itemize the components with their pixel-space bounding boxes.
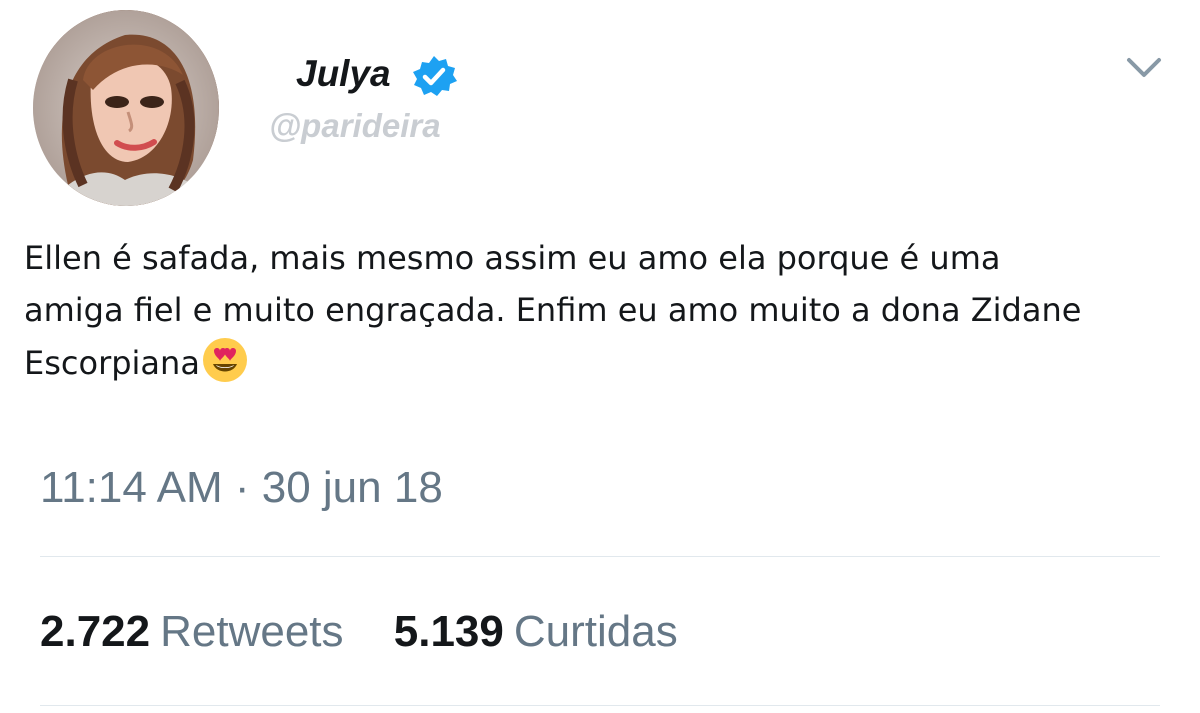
heart-eyes-emoji-icon xyxy=(202,338,247,382)
display-name[interactable]: Julya xyxy=(296,52,391,96)
avatar[interactable] xyxy=(33,10,219,206)
tweet-text: Ellen é safada, mais mesmo assim eu amo … xyxy=(24,232,1184,389)
tweet-text-fragment: Escorpiana xyxy=(24,344,200,382)
retweets-stat[interactable]: 2.722 Retweets xyxy=(40,606,344,658)
divider xyxy=(40,556,1160,557)
verified-badge-icon xyxy=(413,56,457,96)
likes-count: 5.139 xyxy=(393,607,504,656)
retweets-label: Retweets xyxy=(160,607,344,656)
likes-stat[interactable]: 5.139 Curtidas xyxy=(394,606,678,658)
retweets-count: 2.722 xyxy=(40,607,151,656)
likes-label: Curtidas xyxy=(513,607,678,656)
tweet-timestamp[interactable]: 11:14 AM · 30 jun 18 xyxy=(40,462,443,514)
tweet-stats: 2.722 Retweets 5.139 Curtidas xyxy=(40,606,716,658)
chevron-down-icon[interactable] xyxy=(1124,52,1164,84)
user-handle[interactable]: @parideira xyxy=(269,106,441,146)
divider xyxy=(40,705,1160,706)
tweet-card: Julya @parideira Ellen é safada, mais me… xyxy=(0,0,1200,713)
tweet-text-line: Escorpiana xyxy=(24,336,1184,389)
tweet-text-line: Ellen é safada, mais mesmo assim eu amo … xyxy=(24,239,1001,277)
tweet-text-line: amiga fiel e muito engraçada. Enfim eu a… xyxy=(24,291,1082,329)
